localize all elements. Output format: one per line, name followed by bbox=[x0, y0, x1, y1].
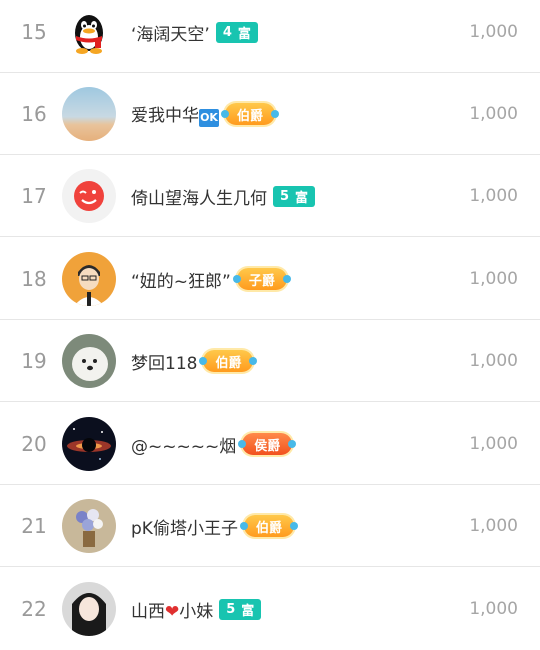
heart-icon: ❤ bbox=[165, 601, 180, 622]
noble-badge: 子爵 bbox=[232, 268, 291, 290]
cartoon-man-icon bbox=[62, 252, 116, 306]
avatar[interactable] bbox=[62, 334, 116, 388]
rank-number: 19 bbox=[21, 349, 47, 373]
noble-badge: 伯爵 bbox=[220, 103, 280, 125]
user-name[interactable]: ‘海阔天空’ bbox=[131, 20, 210, 45]
sky-photo-icon bbox=[62, 87, 116, 141]
avatar[interactable] bbox=[62, 5, 116, 59]
list-item[interactable]: 19 梦回118 伯爵 1,000 bbox=[0, 320, 540, 402]
score-value: 1,000 bbox=[469, 22, 518, 42]
score-value: 1,000 bbox=[469, 516, 518, 536]
avatar[interactable] bbox=[62, 499, 116, 553]
red-emoji-face-icon bbox=[62, 169, 116, 223]
wealth-label: 富 bbox=[295, 190, 309, 206]
wealth-level: 5 bbox=[280, 188, 290, 204]
wealth-badge: 5 富 bbox=[219, 598, 262, 620]
woman-photo-icon bbox=[62, 582, 116, 636]
ok-emoji-icon: OK bbox=[199, 108, 219, 127]
score-value: 1,000 bbox=[469, 599, 518, 619]
space-photo-icon bbox=[62, 417, 116, 471]
score-value: 1,000 bbox=[469, 269, 518, 289]
user-name[interactable]: pK偷塔小王子 bbox=[131, 514, 238, 539]
avatar[interactable] bbox=[62, 582, 116, 636]
rank-number: 20 bbox=[21, 432, 47, 456]
wealth-badge: 5 富 bbox=[273, 185, 316, 207]
wealth-level: 4 bbox=[222, 24, 232, 40]
noble-badge: 侯爵 bbox=[238, 433, 297, 455]
wealth-badge: 4 富 bbox=[215, 21, 258, 43]
avatar[interactable] bbox=[62, 169, 116, 223]
avatar[interactable] bbox=[62, 417, 116, 471]
rank-number: 15 bbox=[21, 20, 47, 44]
avatar[interactable] bbox=[62, 252, 116, 306]
dog-photo-icon bbox=[62, 334, 116, 388]
noble-badge: 伯爵 bbox=[199, 350, 258, 372]
noble-badge: 伯爵 bbox=[239, 515, 298, 537]
wealth-level: 5 bbox=[226, 601, 236, 617]
list-item[interactable]: 15 ‘海阔天空’ 4 富 1,000 bbox=[0, 0, 540, 73]
wealth-label: 富 bbox=[237, 26, 251, 42]
qq-penguin-icon bbox=[62, 5, 116, 59]
rank-number: 18 bbox=[21, 267, 47, 291]
list-item[interactable]: 20 @~~~~~烟 侯爵 1,000 bbox=[0, 403, 540, 485]
score-value: 1,000 bbox=[469, 434, 518, 454]
user-name[interactable]: 梦回118 bbox=[131, 349, 197, 374]
wealth-label: 富 bbox=[241, 603, 255, 619]
rank-number: 16 bbox=[21, 102, 47, 126]
user-name[interactable]: 倚山望海人生几何 bbox=[131, 184, 267, 209]
list-item[interactable]: 18 “妞的~狂郎” 子爵 1,000 bbox=[0, 238, 540, 320]
ranking-list: 15 ‘海阔天空’ 4 富 1,000 16 爱我中华OK 伯爵 1,000 1… bbox=[0, 0, 540, 636]
flower-photo-icon bbox=[62, 499, 116, 553]
rank-number: 17 bbox=[21, 184, 47, 208]
list-item[interactable]: 16 爱我中华OK 伯爵 1,000 bbox=[0, 73, 540, 155]
score-value: 1,000 bbox=[469, 186, 518, 206]
user-name[interactable]: 爱我中华OK bbox=[131, 101, 219, 127]
list-item[interactable]: 17 倚山望海人生几何 5 富 1,000 bbox=[0, 155, 540, 237]
rank-number: 22 bbox=[21, 597, 47, 621]
rank-number: 21 bbox=[21, 514, 47, 538]
user-name[interactable]: @~~~~~烟 bbox=[131, 432, 236, 457]
avatar[interactable] bbox=[62, 87, 116, 141]
score-value: 1,000 bbox=[469, 351, 518, 371]
user-name[interactable]: “妞的~狂郎” bbox=[131, 267, 231, 292]
list-item[interactable]: 21 pK偷塔小王子 伯爵 1,000 bbox=[0, 485, 540, 567]
list-item[interactable]: 22 山西❤小妹 5 富 1,000 bbox=[0, 568, 540, 650]
score-value: 1,000 bbox=[469, 104, 518, 124]
user-name[interactable]: 山西❤小妹 bbox=[131, 597, 213, 622]
